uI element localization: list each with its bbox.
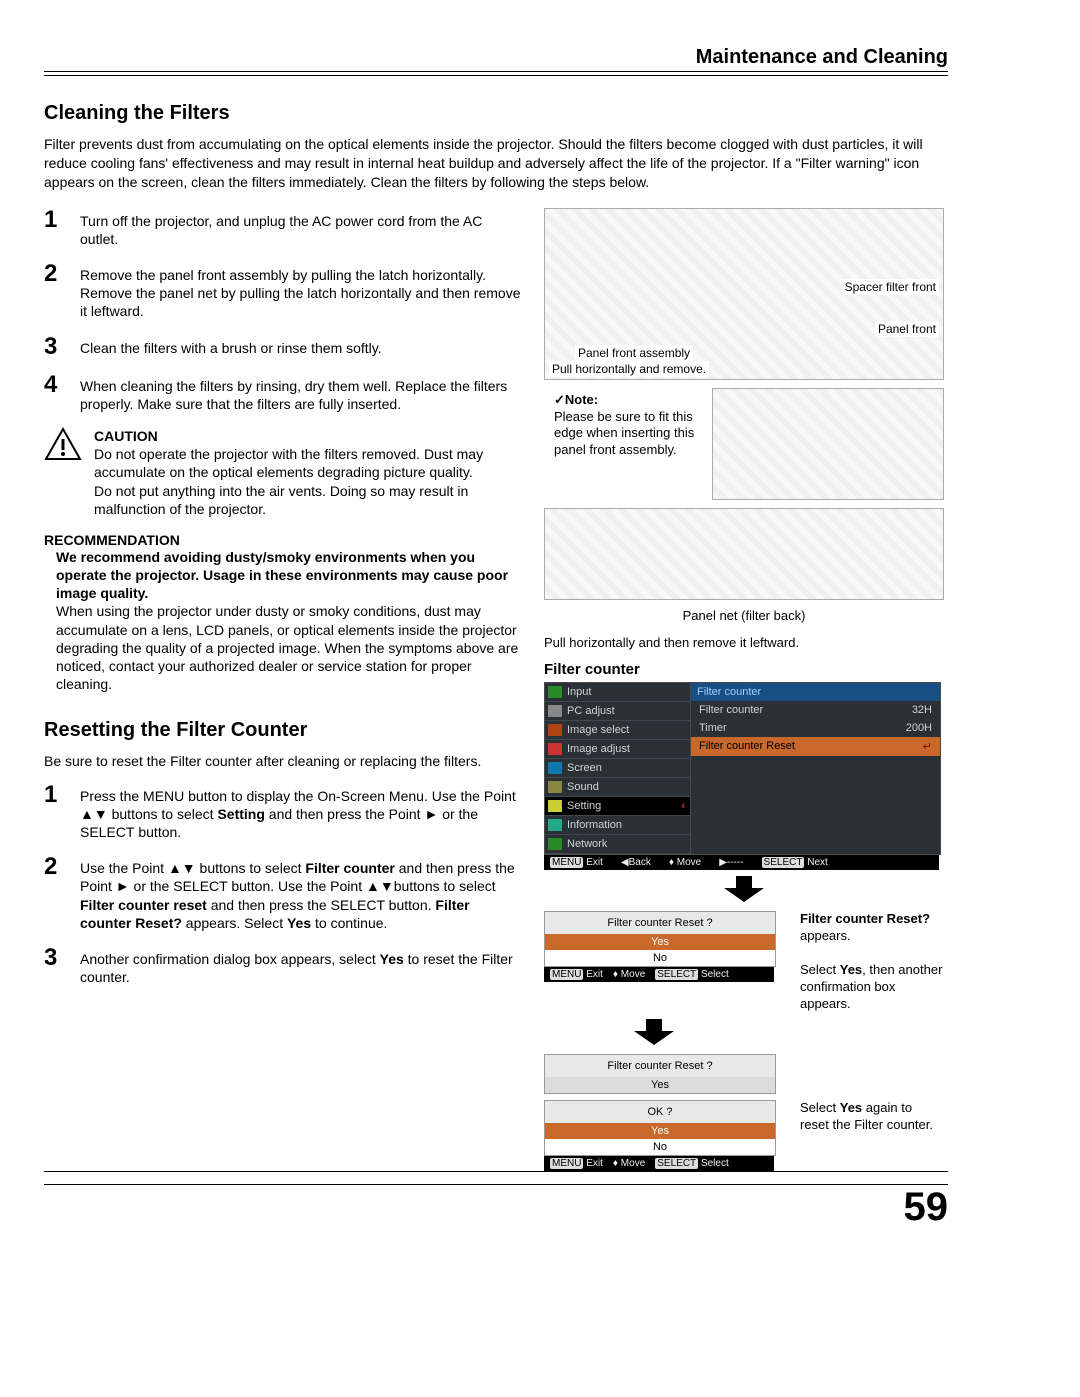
step-text: Turn off the projector, and unplug the A… bbox=[80, 208, 524, 248]
arrow-down-icon bbox=[634, 1019, 944, 1048]
step-number: 2 bbox=[44, 262, 66, 321]
osd-sidebar: Input PC adjust Image select Image adjus… bbox=[545, 683, 691, 854]
reset-step-3: 3 Another confirmation dialog box appear… bbox=[44, 946, 524, 986]
reco-text: When using the projector under dusty or … bbox=[56, 602, 524, 693]
osd-line-reset[interactable]: Filter counter Reset↵ bbox=[691, 737, 940, 756]
side-note: Select Yes again to reset the Filter cou… bbox=[800, 1100, 944, 1134]
dialog-question: Filter counter Reset ? bbox=[545, 1055, 775, 1077]
step-text: Clean the filters with a brush or rinse … bbox=[80, 335, 382, 359]
step-4: 4 When cleaning the filters by rinsing, … bbox=[44, 373, 524, 413]
step-number: 1 bbox=[44, 208, 66, 248]
caution-block: CAUTION Do not operate the projector wit… bbox=[44, 427, 524, 518]
osd-panel: Filter counter Filter counter32H Timer20… bbox=[691, 683, 940, 854]
diagram-panel-front: Spacer filter front Panel front Panel fr… bbox=[544, 208, 944, 380]
section2-title: Resetting the Filter Counter bbox=[44, 719, 524, 742]
step-3: 3 Clean the filters with a brush or rins… bbox=[44, 335, 524, 359]
step-text: Press the MENU button to display the On-… bbox=[80, 783, 524, 842]
dialog-reset2: Filter counter Reset ? Yes bbox=[544, 1054, 776, 1094]
caution-header: CAUTION bbox=[94, 428, 158, 444]
reco-header: RECOMMENDATION bbox=[44, 532, 524, 548]
dialog-opt-yes[interactable]: Yes bbox=[545, 934, 775, 950]
reset-step-1: 1 Press the MENU button to display the O… bbox=[44, 783, 524, 842]
step-text: When cleaning the filters by rinsing, dr… bbox=[80, 373, 524, 413]
page-number: 59 bbox=[44, 1184, 948, 1230]
section2-lead: Be sure to reset the Filter counter afte… bbox=[44, 752, 524, 770]
dialog-reset1: Filter counter Reset ? Yes No bbox=[544, 911, 776, 967]
caution-text: Do not operate the projector with the fi… bbox=[94, 446, 483, 480]
diagram-panel-net bbox=[544, 508, 944, 600]
menu-item-setting[interactable]: Setting bbox=[545, 797, 690, 816]
step-number: 3 bbox=[44, 335, 66, 359]
dialog-question: Filter counter Reset ? bbox=[545, 912, 775, 934]
section1-intro: Filter prevents dust from accumulating o… bbox=[44, 135, 948, 192]
step-2: 2 Remove the panel front assembly by pul… bbox=[44, 262, 524, 321]
step-number: 1 bbox=[44, 783, 66, 842]
right-column: Spacer filter front Panel front Panel fr… bbox=[544, 208, 944, 1171]
osd-line-filtercounter[interactable]: Filter counter32H bbox=[691, 701, 940, 719]
dialog-opt-yes[interactable]: Yes bbox=[545, 1123, 775, 1139]
left-column: 1 Turn off the projector, and unplug the… bbox=[44, 208, 524, 1171]
reset-step-2: 2 Use the Point ▲▼ buttons to select Fil… bbox=[44, 855, 524, 932]
menu-item-network[interactable]: Network bbox=[545, 835, 690, 854]
dialog-opt-no[interactable]: No bbox=[545, 950, 775, 966]
caution-text: Do not put anything into the air vents. … bbox=[94, 483, 468, 517]
step-text: Another confirmation dialog box appears,… bbox=[80, 946, 524, 986]
step-text: Use the Point ▲▼ buttons to select Filte… bbox=[80, 855, 524, 932]
osd-menu: Input PC adjust Image select Image adjus… bbox=[544, 682, 941, 855]
osd-footbar: MENU Exit ♦ Move SELECT Select bbox=[544, 1156, 774, 1171]
osd-line-timer[interactable]: Timer200H bbox=[691, 719, 940, 737]
menu-item-imageadjust[interactable]: Image adjust bbox=[545, 740, 690, 759]
osd-footbar: MENU Exit ♦ Move SELECT Select bbox=[544, 967, 774, 982]
caution-icon bbox=[44, 427, 82, 461]
dialog-question: OK ? bbox=[545, 1101, 775, 1123]
step-number: 2 bbox=[44, 855, 66, 932]
recommendation-block: RECOMMENDATION We recommend avoiding dus… bbox=[44, 532, 524, 694]
section1-title: Cleaning the Filters bbox=[44, 102, 948, 125]
menu-item-imageselect[interactable]: Image select bbox=[545, 721, 690, 740]
note-block: ✓Note: Please be sure to fit this edge w… bbox=[554, 392, 704, 498]
osd-footbar: MENU Exit ◀Back ♦ Move ▶----- SELECT Nex… bbox=[544, 855, 939, 870]
diagram-caption: Pull horizontally and then remove it lef… bbox=[544, 635, 944, 652]
chapter-title: Maintenance and Cleaning bbox=[44, 46, 948, 72]
side-note: Filter counter Reset? appears. Select Ye… bbox=[800, 911, 944, 1012]
menu-item-sound[interactable]: Sound bbox=[545, 778, 690, 797]
arrow-down-icon bbox=[544, 876, 944, 905]
dialog-opt-yes[interactable]: Yes bbox=[545, 1077, 775, 1093]
menu-item-input[interactable]: Input bbox=[545, 683, 690, 702]
filter-counter-title: Filter counter bbox=[544, 661, 944, 678]
diagram-caption: Panel net (filter back) bbox=[544, 608, 944, 625]
menu-item-screen[interactable]: Screen bbox=[545, 759, 690, 778]
menu-item-information[interactable]: Information bbox=[545, 816, 690, 835]
step-number: 4 bbox=[44, 373, 66, 413]
step-number: 3 bbox=[44, 946, 66, 986]
step-text: Remove the panel front assembly by pulli… bbox=[80, 262, 524, 321]
osd-panel-header: Filter counter bbox=[691, 683, 940, 701]
diagram-spacer bbox=[712, 388, 944, 500]
step-1: 1 Turn off the projector, and unplug the… bbox=[44, 208, 524, 248]
dialog-ok: OK ? Yes No bbox=[544, 1100, 776, 1156]
menu-item-pcadjust[interactable]: PC adjust bbox=[545, 702, 690, 721]
reco-bold: We recommend avoiding dusty/smoky enviro… bbox=[56, 548, 524, 603]
dialog-opt-no[interactable]: No bbox=[545, 1139, 775, 1155]
